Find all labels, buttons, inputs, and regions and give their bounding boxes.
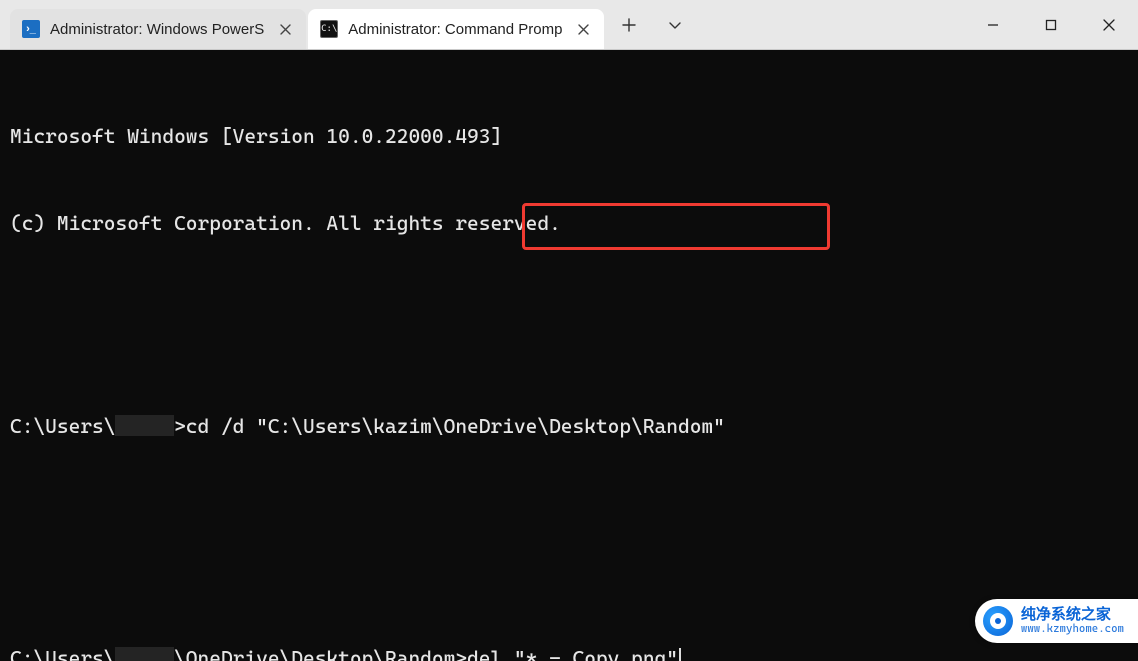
watermark-badge: 纯净系统之家 www.kzmyhome.com [975, 599, 1138, 643]
tab-dropdown-button[interactable] [652, 0, 698, 50]
window-controls [964, 0, 1138, 49]
prompt-path: \OneDrive\Desktop\Random> [174, 646, 467, 661]
titlebar-drag-region[interactable] [698, 0, 964, 49]
minimize-button[interactable] [964, 0, 1022, 50]
close-window-button[interactable] [1080, 0, 1138, 50]
banner-line: Microsoft Windows [Version 10.0.22000.49… [10, 122, 1128, 151]
cmd-icon: C:\ [320, 20, 338, 38]
tab-strip: ›_ Administrator: Windows PowerS C:\ Adm… [0, 0, 606, 49]
redacted-username: xxxxx [115, 415, 174, 436]
maximize-button[interactable] [1022, 0, 1080, 50]
tab-actions [606, 0, 698, 49]
watermark-title: 纯净系统之家 [1021, 607, 1124, 623]
blank-line [10, 296, 1128, 325]
typed-command: del "* - Copy.png" [467, 646, 678, 661]
banner-line: (c) Microsoft Corporation. All rights re… [10, 209, 1128, 238]
command-line-2: C:\Users\xxxxx\OneDrive\Desktop\Random>d… [10, 644, 1128, 661]
watermark-subtitle: www.kzmyhome.com [1021, 623, 1124, 635]
text-cursor [679, 648, 681, 661]
tab-title: Administrator: Command Promp [348, 21, 562, 38]
watermark-logo-icon [983, 606, 1013, 636]
close-tab-button[interactable] [572, 18, 594, 40]
watermark-text: 纯净系统之家 www.kzmyhome.com [1021, 607, 1124, 634]
tab-cmd[interactable]: C:\ Administrator: Command Promp [308, 9, 604, 49]
tab-powershell[interactable]: ›_ Administrator: Windows PowerS [10, 9, 306, 49]
typed-command: cd /d "C:\Users\kazim\OneDrive\Desktop\R… [186, 414, 725, 438]
prompt-prefix: C:\Users\ [10, 646, 115, 661]
close-tab-button[interactable] [274, 18, 296, 40]
titlebar: ›_ Administrator: Windows PowerS C:\ Adm… [0, 0, 1138, 50]
tab-title: Administrator: Windows PowerS [50, 21, 264, 38]
prompt-suffix: > [174, 414, 186, 438]
prompt-prefix: C:\Users\ [10, 414, 115, 438]
command-line-1: C:\Users\xxxxx>cd /d "C:\Users\kazim\One… [10, 412, 1128, 441]
blank-line [10, 528, 1128, 557]
redacted-username: xxxxx [115, 647, 174, 661]
new-tab-button[interactable] [606, 0, 652, 50]
terminal-viewport[interactable]: Microsoft Windows [Version 10.0.22000.49… [0, 50, 1138, 661]
powershell-icon: ›_ [22, 20, 40, 38]
